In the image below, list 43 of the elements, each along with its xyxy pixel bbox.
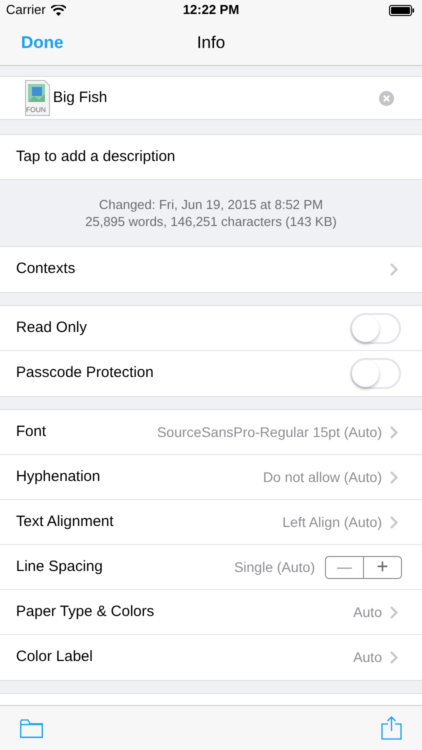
row-value: Do not allow (Auto) [262,468,382,487]
row-value: Left Align (Auto) [282,512,382,532]
row-value: Auto [353,602,382,622]
share-icon[interactable] [381,716,402,740]
folder-icon[interactable] [20,718,43,738]
settings-row[interactable]: Color Label Auto [0,635,422,680]
row-label: Font [16,422,48,442]
settings-row[interactable]: Hyphenation Do not allow (Auto) [0,455,422,500]
row-label: Passcode Protection [16,363,155,384]
toggle-switch[interactable] [350,358,401,389]
settings-row[interactable]: Paper Type & Colors Auto [0,590,422,635]
chevron-icon [390,606,398,618]
settings-row[interactable]: Font SourceSansPro-Regular 15pt (Auto) [0,410,422,455]
row-value: SourceSansPro-Regular 15pt (Auto) [157,422,382,442]
word-count-text: 25,895 words, 146,251 characters (143 KB) [85,213,337,230]
chevron-icon [390,426,398,438]
nav-title: Info [196,32,226,54]
chevron-icon [390,263,398,276]
row-value: Single (Auto) [234,558,315,577]
row-label: Contexts [16,259,76,280]
row-label: Color Label [16,647,94,668]
chevron-icon [390,651,398,664]
chevron-icon [390,470,398,484]
wifi-icon [50,4,66,16]
changed-date-text: Changed: Fri, Jun 19, 2015 at 8:52 PM [98,196,324,213]
increment-button[interactable]: + [364,556,401,578]
settings-row[interactable]: Contexts [0,247,422,292]
description-field[interactable]: Tap to add a description [16,146,176,168]
document-icon [25,80,50,116]
chevron-icon [390,516,398,528]
settings-row[interactable]: Text Alignment Left Align (Auto) [0,500,422,545]
status-time: 12:22 PM [182,1,240,20]
document-name-field[interactable]: Big Fish [53,86,379,110]
row-value: Auto [353,648,382,667]
row-label: Hyphenation [16,466,102,487]
row-label: Read Only [16,318,88,338]
row-label: Text Alignment [16,512,115,532]
clear-icon[interactable] [379,90,394,106]
battery-icon [389,4,414,16]
carrier-label: Carrier [6,1,46,20]
toggle-switch[interactable] [350,312,401,344]
row-label: Line Spacing [16,556,104,577]
row-label: Paper Type & Colors [16,602,156,622]
